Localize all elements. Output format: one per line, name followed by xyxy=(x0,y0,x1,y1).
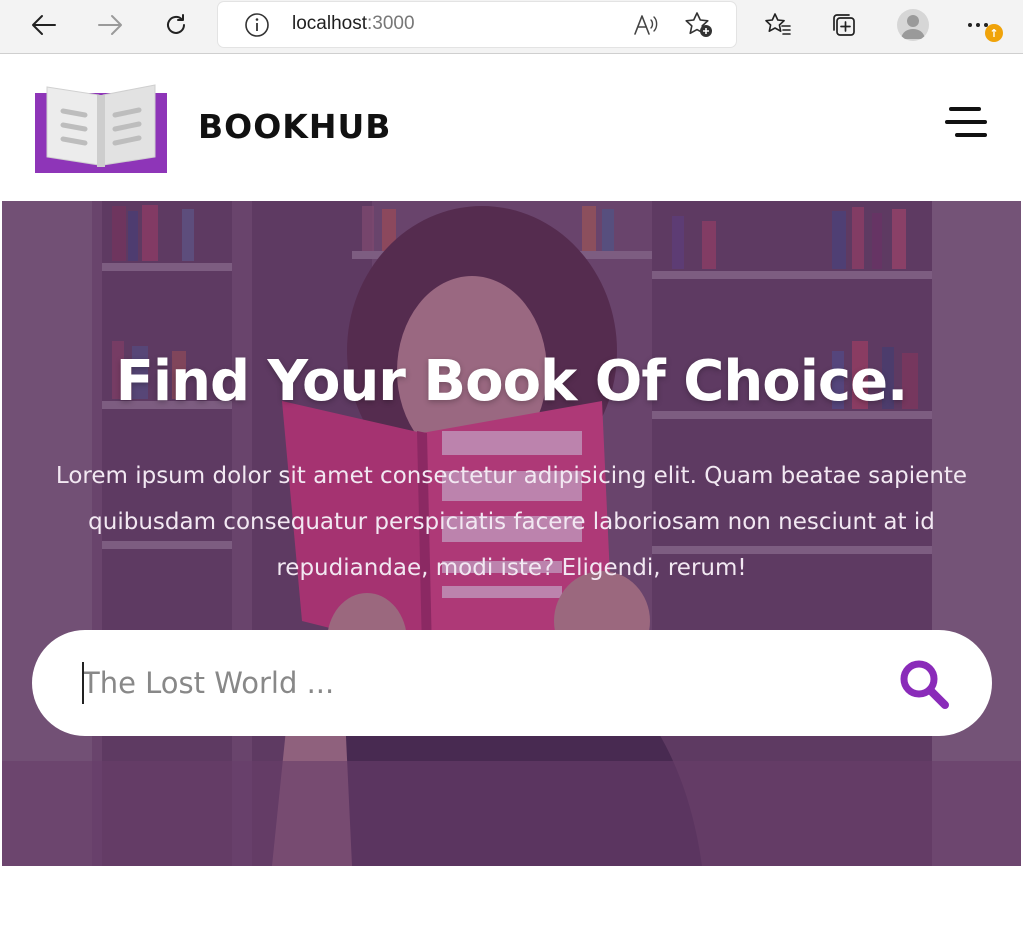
hero-title: Find Your Book Of Choice. xyxy=(115,349,909,414)
text-caret xyxy=(82,662,84,704)
update-badge: ↑ xyxy=(985,24,1003,42)
search-icon xyxy=(900,660,949,709)
back-button[interactable] xyxy=(24,6,64,44)
brand-name[interactable]: BOOKHUB xyxy=(198,107,391,146)
favorites-button[interactable] xyxy=(758,6,798,44)
hero-section: Find Your Book Of Choice. Lorem ipsum do… xyxy=(2,201,1021,866)
reload-button[interactable] xyxy=(156,6,196,44)
add-favorite-icon[interactable] xyxy=(684,11,714,39)
page-below-hero xyxy=(2,866,1021,941)
open-book-icon[interactable] xyxy=(33,81,169,175)
address-bar[interactable]: localhost:3000 xyxy=(218,2,736,47)
hero-description: Lorem ipsum dolor sit amet consectetur a… xyxy=(55,463,968,581)
forward-arrow-icon xyxy=(98,15,122,35)
hamburger-menu-icon[interactable] xyxy=(945,105,987,139)
search-bar xyxy=(32,630,992,736)
profile-avatar[interactable] xyxy=(897,9,929,41)
back-arrow-icon xyxy=(32,15,56,35)
info-icon[interactable] xyxy=(244,12,270,38)
url-port: :3000 xyxy=(367,13,415,34)
user-icon xyxy=(901,15,925,39)
read-aloud-icon[interactable] xyxy=(632,12,660,38)
search-button[interactable] xyxy=(898,658,952,712)
search-input[interactable] xyxy=(82,652,862,714)
reload-icon xyxy=(167,14,185,34)
navbar: BOOKHUB xyxy=(2,55,1021,201)
address-url[interactable]: localhost:3000 xyxy=(292,13,415,35)
collections-icon xyxy=(833,14,855,36)
url-host: localhost xyxy=(292,13,367,34)
favorites-list-icon xyxy=(765,13,791,35)
collections-button[interactable] xyxy=(824,6,864,44)
web-page: BOOKHUB Find Your Book Of Choice. Lorem … xyxy=(2,55,1021,941)
forward-button[interactable] xyxy=(90,6,130,44)
browser-toolbar: localhost:3000 ↑ xyxy=(0,0,1023,54)
